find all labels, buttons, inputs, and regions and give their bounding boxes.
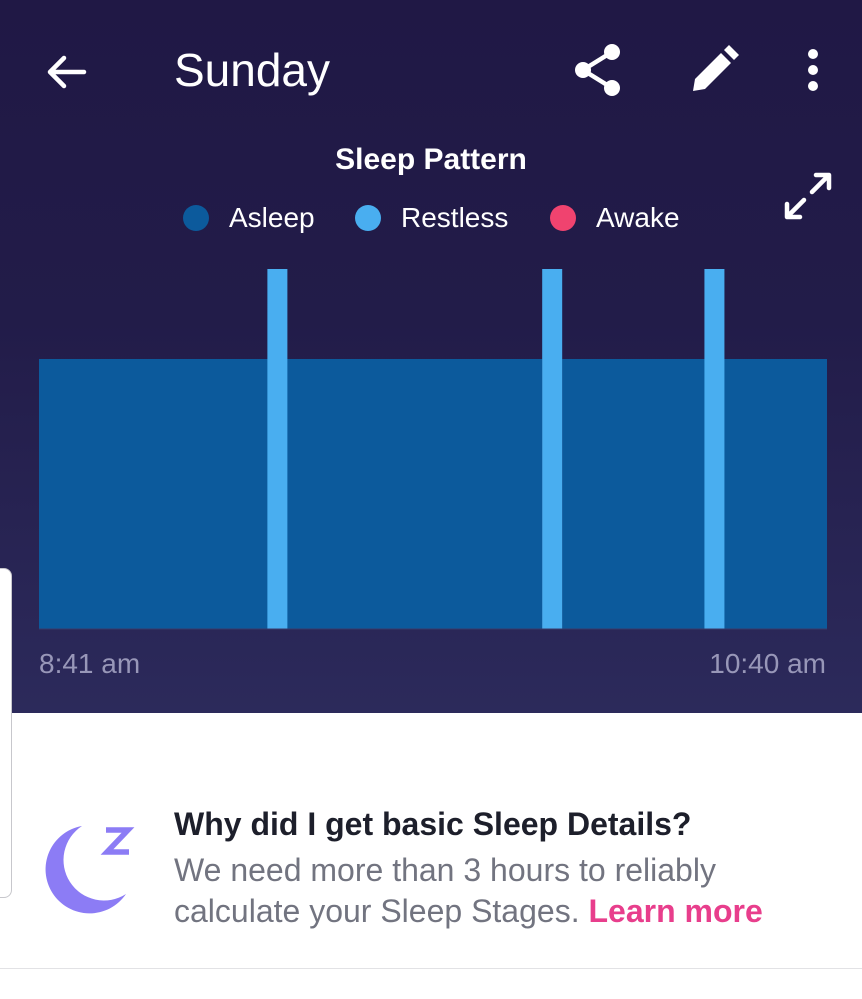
sleep-segment-restless-3 xyxy=(542,269,563,629)
legend-label-restless: Restless xyxy=(401,202,509,233)
page-title: Sunday xyxy=(174,44,331,96)
legend-item-restless: Restless xyxy=(355,198,508,238)
sleep-segment-restless-1 xyxy=(267,269,288,629)
more-options-button[interactable] xyxy=(790,38,836,102)
sleep-segment-asleep-2 xyxy=(284,359,543,629)
share-button[interactable] xyxy=(566,38,630,102)
sleep-pattern-chart[interactable] xyxy=(0,260,862,640)
app-bar: Sunday xyxy=(0,0,862,140)
learn-more-link[interactable]: Learn more xyxy=(588,893,762,929)
chart-start-time: 8:41 am xyxy=(39,648,141,679)
info-body: We need more than 3 hours to reliably ca… xyxy=(174,850,834,932)
side-panel-handle[interactable] xyxy=(0,568,12,898)
arrow-left-icon xyxy=(47,55,87,89)
info-title: Why did I get basic Sleep Details? xyxy=(174,806,692,842)
sleep-moon-icon xyxy=(45,826,135,914)
legend-dot-awake xyxy=(550,205,576,231)
legend-dot-asleep xyxy=(183,205,209,231)
edit-button[interactable] xyxy=(684,40,744,100)
more-vert-icon xyxy=(808,49,818,91)
legend-item-asleep: Asleep xyxy=(183,198,315,238)
share-icon xyxy=(575,44,620,96)
sleep-header-panel: Sunday Sleep Pattern Asleep Restless Awa… xyxy=(0,0,862,713)
sleep-segment-asleep-4 xyxy=(562,359,708,629)
sleep-segment-asleep-6 xyxy=(721,359,827,629)
legend-dot-restless xyxy=(355,205,381,231)
chart-end-time: 10:40 am xyxy=(709,648,826,679)
divider xyxy=(0,968,862,969)
back-button[interactable] xyxy=(36,42,96,102)
pencil-icon xyxy=(693,45,739,91)
chart-title: Sleep Pattern xyxy=(335,143,527,176)
chart-legend: Asleep Restless Awake xyxy=(0,198,862,238)
sleep-segment-restless-5 xyxy=(704,269,725,629)
legend-label-asleep: Asleep xyxy=(229,202,315,233)
legend-label-awake: Awake xyxy=(596,202,680,233)
legend-item-awake: Awake xyxy=(550,198,680,238)
sleep-segment-asleep-0 xyxy=(39,359,271,629)
